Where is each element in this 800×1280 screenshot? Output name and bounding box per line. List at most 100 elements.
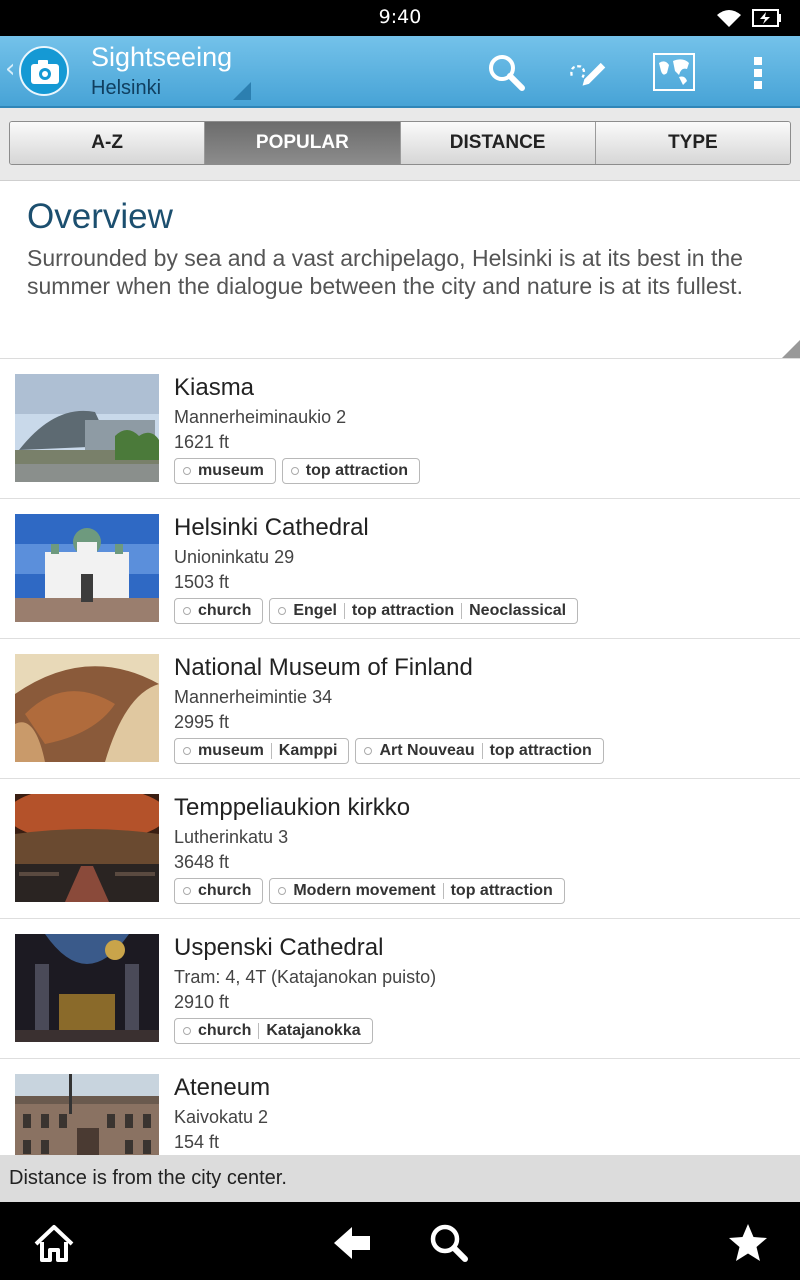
place-address: Tram: 4, 4T (Katajanokan puisto) [174,967,437,987]
tag-chip[interactable]: top attraction [281,458,421,484]
tab-distance[interactable]: DISTANCE [400,122,596,164]
overview-section[interactable]: Overview Surrounded by sea and a vast ar… [0,181,800,359]
place-name: Temppeliaukion kirkko [174,794,411,821]
back-arrow-icon[interactable] [332,1222,374,1264]
camera-icon[interactable] [19,46,69,96]
tag-separator [270,743,272,759]
place-address: Kaivokatu 2 [174,1107,269,1127]
search-icon[interactable] [486,52,526,92]
tag-chip[interactable]: museum [174,458,276,484]
tag-chip[interactable]: church [174,598,264,624]
tag-chip[interactable]: church [174,878,264,904]
tag-separator [481,743,483,759]
battery-icon [752,9,781,27]
place-address: Lutherinkatu 3 [174,827,289,847]
tag-hole-icon [364,747,373,755]
tag-label: Kamppi [278,742,338,759]
list-item[interactable]: Temppeliaukion kirkko Lutherinkatu 3 364… [0,779,800,919]
tag-label: church [198,1022,252,1039]
tag-hole-icon [183,747,191,755]
tag-separator [461,603,463,619]
tag-chip[interactable]: Modern movement top attraction [269,878,565,904]
tag-hole-icon [183,1027,191,1035]
tab-a-z[interactable]: A-Z [10,122,206,164]
search-icon[interactable] [428,1222,470,1264]
tag-label: museum [198,742,264,759]
tag-hole-icon [183,607,191,615]
overflow-menu-icon[interactable] [748,52,768,92]
list-item[interactable]: Ateneum Kaivokatu 2 154 ft [0,1059,800,1155]
tag-label: top attraction [489,742,592,759]
tag-hole-icon [278,887,287,895]
expand-corner-icon[interactable] [782,340,800,358]
action-bar: ‹ Sightseeing Helsinki [0,36,800,108]
place-photo [15,374,159,482]
place-distance: 2995 ft [174,712,230,732]
overview-heading: Overview [27,197,173,236]
place-distance: 154 ft [174,1132,220,1152]
tag-label: museum [198,462,264,479]
place-distance: 1621 ft [174,432,230,452]
status-time: 9:40 [378,6,422,28]
place-address: Mannerheimintie 34 [174,687,333,707]
place-name: Ateneum [174,1074,271,1101]
place-address: Mannerheiminaukio 2 [174,407,347,427]
place-name: Kiasma [174,374,255,401]
place-distance: 1503 ft [174,572,230,592]
wifi-icon [717,10,741,27]
tag-label: top attraction [351,602,455,619]
tag-hole-icon [290,467,299,475]
tag-chip[interactable]: museum Kamppi [174,738,350,764]
up-caret-icon[interactable]: ‹ [5,54,15,84]
tag-chip[interactable]: Art Nouveau top attraction [355,738,604,764]
tag-chip[interactable]: Engel top attraction Neoclassical [269,598,579,624]
list-item[interactable]: Uspenski Cathedral Tram: 4, 4T (Katajano… [0,919,800,1059]
place-name: National Museum of Finland [174,654,473,681]
tab-popular[interactable]: POPULAR [205,122,401,164]
tag-separator [442,883,444,899]
tag-hole-icon [278,607,287,615]
tag-label: Katajanokka [266,1022,361,1039]
tag-hole-icon [183,467,191,475]
edit-route-icon[interactable] [568,52,608,92]
app-title[interactable]: Sightseeing [91,42,232,73]
city-subtitle[interactable]: Helsinki [91,77,161,100]
tag-separator [258,1023,260,1039]
tag-label: Neoclassical [469,602,567,619]
tag-row: church Modern movement top attraction [174,878,565,904]
place-distance: 3648 ft [174,852,230,872]
tag-row: museum Kamppi Art Nouveau top attraction [174,738,604,764]
sort-tabs: A-Z POPULAR DISTANCE TYPE [0,108,800,181]
home-icon[interactable] [33,1222,75,1264]
list-item[interactable]: Helsinki Cathedral Unioninkatu 29 1503 f… [0,499,800,639]
place-photo [15,1074,159,1155]
bottom-nav-bar [0,1202,800,1280]
status-bar: 9:40 [0,0,800,36]
tag-label: church [198,882,252,899]
list-item[interactable]: Kiasma Mannerheiminaukio 2 1621 ft museu… [0,359,800,499]
overview-text: Surrounded by sea and a vast archipelago… [27,245,743,299]
tag-label: Art Nouveau [379,742,475,759]
spinner-indicator-icon[interactable] [233,82,251,100]
place-photo [15,934,159,1042]
tag-label: Modern movement [293,882,436,899]
tag-label: top attraction [450,882,553,899]
star-icon[interactable] [727,1222,769,1264]
tab-group: A-Z POPULAR DISTANCE TYPE [9,121,791,165]
tab-type[interactable]: TYPE [595,122,790,164]
tag-row: church Engel top attraction Neoclassical [174,598,579,624]
list-item[interactable]: National Museum of Finland Mannerheimint… [0,639,800,779]
tag-row: church Katajanokka [174,1018,373,1044]
tag-chip[interactable]: church Katajanokka [174,1018,373,1044]
tag-row: museum top attraction [174,458,421,484]
place-photo [15,794,159,902]
tag-label: church [198,602,252,619]
place-name: Helsinki Cathedral [174,514,369,541]
map-icon[interactable] [653,53,695,91]
place-address: Unioninkatu 29 [174,547,295,567]
places-list[interactable]: Kiasma Mannerheiminaukio 2 1621 ft museu… [0,359,800,1155]
distance-note-bar: Distance is from the city center. [0,1155,800,1202]
place-photo [15,654,159,762]
place-distance: 2910 ft [174,992,230,1012]
tag-label: top attraction [305,462,409,479]
